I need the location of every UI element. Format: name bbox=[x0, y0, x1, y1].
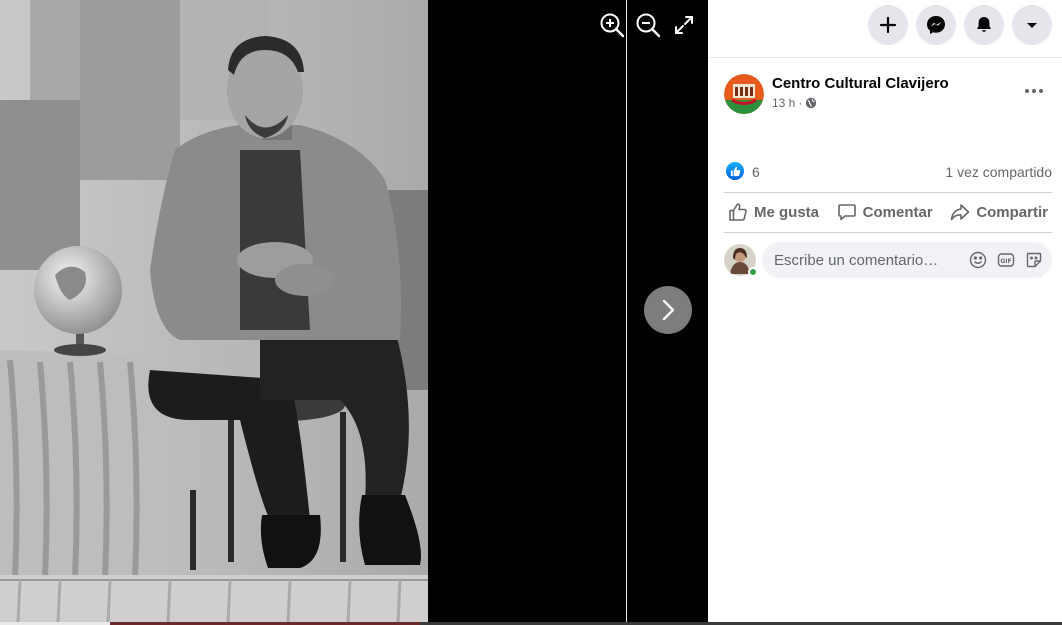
post-panel: Centro Cultural Clavijero 13 h · 6 1 vez… bbox=[708, 58, 1062, 622]
page-name[interactable]: Centro Cultural Clavijero bbox=[772, 75, 949, 92]
post-photo[interactable] bbox=[0, 0, 428, 622]
comment-label: Comentar bbox=[862, 203, 933, 221]
comment-button[interactable]: Comentar bbox=[833, 193, 937, 231]
post-meta: 13 h · bbox=[772, 96, 817, 110]
like-count[interactable]: 6 bbox=[752, 164, 760, 180]
reactions-summary: 6 1 vez compartido bbox=[724, 160, 1052, 184]
comment-box: GIF bbox=[762, 242, 1052, 278]
messenger-button[interactable] bbox=[916, 5, 956, 45]
like-button[interactable]: Me gusta bbox=[724, 193, 823, 231]
share-count[interactable]: 1 vez compartido bbox=[945, 164, 1052, 180]
comment-composer: GIF bbox=[724, 242, 1052, 278]
like-label: Me gusta bbox=[754, 203, 820, 221]
user-avatar[interactable] bbox=[724, 244, 758, 277]
share-icon bbox=[951, 204, 970, 221]
zoom-out-icon[interactable] bbox=[633, 10, 663, 40]
notifications-button[interactable] bbox=[964, 5, 1004, 45]
caret-down-icon bbox=[1027, 23, 1037, 28]
bell-icon bbox=[977, 17, 991, 32]
actions-separator bbox=[724, 232, 1052, 233]
photo-viewer bbox=[0, 0, 708, 625]
more-dots-icon bbox=[1025, 89, 1043, 93]
messenger-icon bbox=[927, 16, 945, 34]
gif-icon[interactable]: GIF bbox=[996, 250, 1016, 270]
post-time[interactable]: 13 h bbox=[772, 96, 795, 110]
comment-icon bbox=[837, 204, 856, 221]
plus-icon bbox=[879, 16, 897, 34]
emoji-icon[interactable] bbox=[968, 250, 988, 270]
post-actions: Me gusta Comentar Compartir bbox=[724, 193, 1052, 231]
viewer-divider bbox=[626, 0, 627, 622]
comment-input[interactable] bbox=[774, 250, 964, 270]
share-button[interactable]: Compartir bbox=[946, 193, 1052, 231]
post-options-button[interactable] bbox=[1018, 80, 1050, 102]
online-status-indicator bbox=[748, 267, 758, 277]
like-reaction-icon[interactable] bbox=[726, 162, 744, 180]
sticker-icon[interactable] bbox=[1024, 250, 1044, 270]
page-avatar[interactable] bbox=[724, 74, 764, 114]
zoom-in-icon[interactable] bbox=[597, 10, 627, 40]
create-button[interactable] bbox=[868, 5, 908, 45]
thumbs-up-icon bbox=[729, 203, 747, 221]
next-photo-button[interactable] bbox=[644, 286, 692, 334]
share-label: Compartir bbox=[976, 203, 1048, 221]
meta-separator: · bbox=[798, 96, 803, 110]
fullscreen-icon[interactable] bbox=[669, 10, 699, 40]
chevron-right-icon bbox=[662, 299, 675, 321]
account-menu-button[interactable] bbox=[1012, 5, 1052, 45]
svg-text:GIF: GIF bbox=[1000, 258, 1011, 265]
globe-icon[interactable] bbox=[805, 97, 817, 109]
